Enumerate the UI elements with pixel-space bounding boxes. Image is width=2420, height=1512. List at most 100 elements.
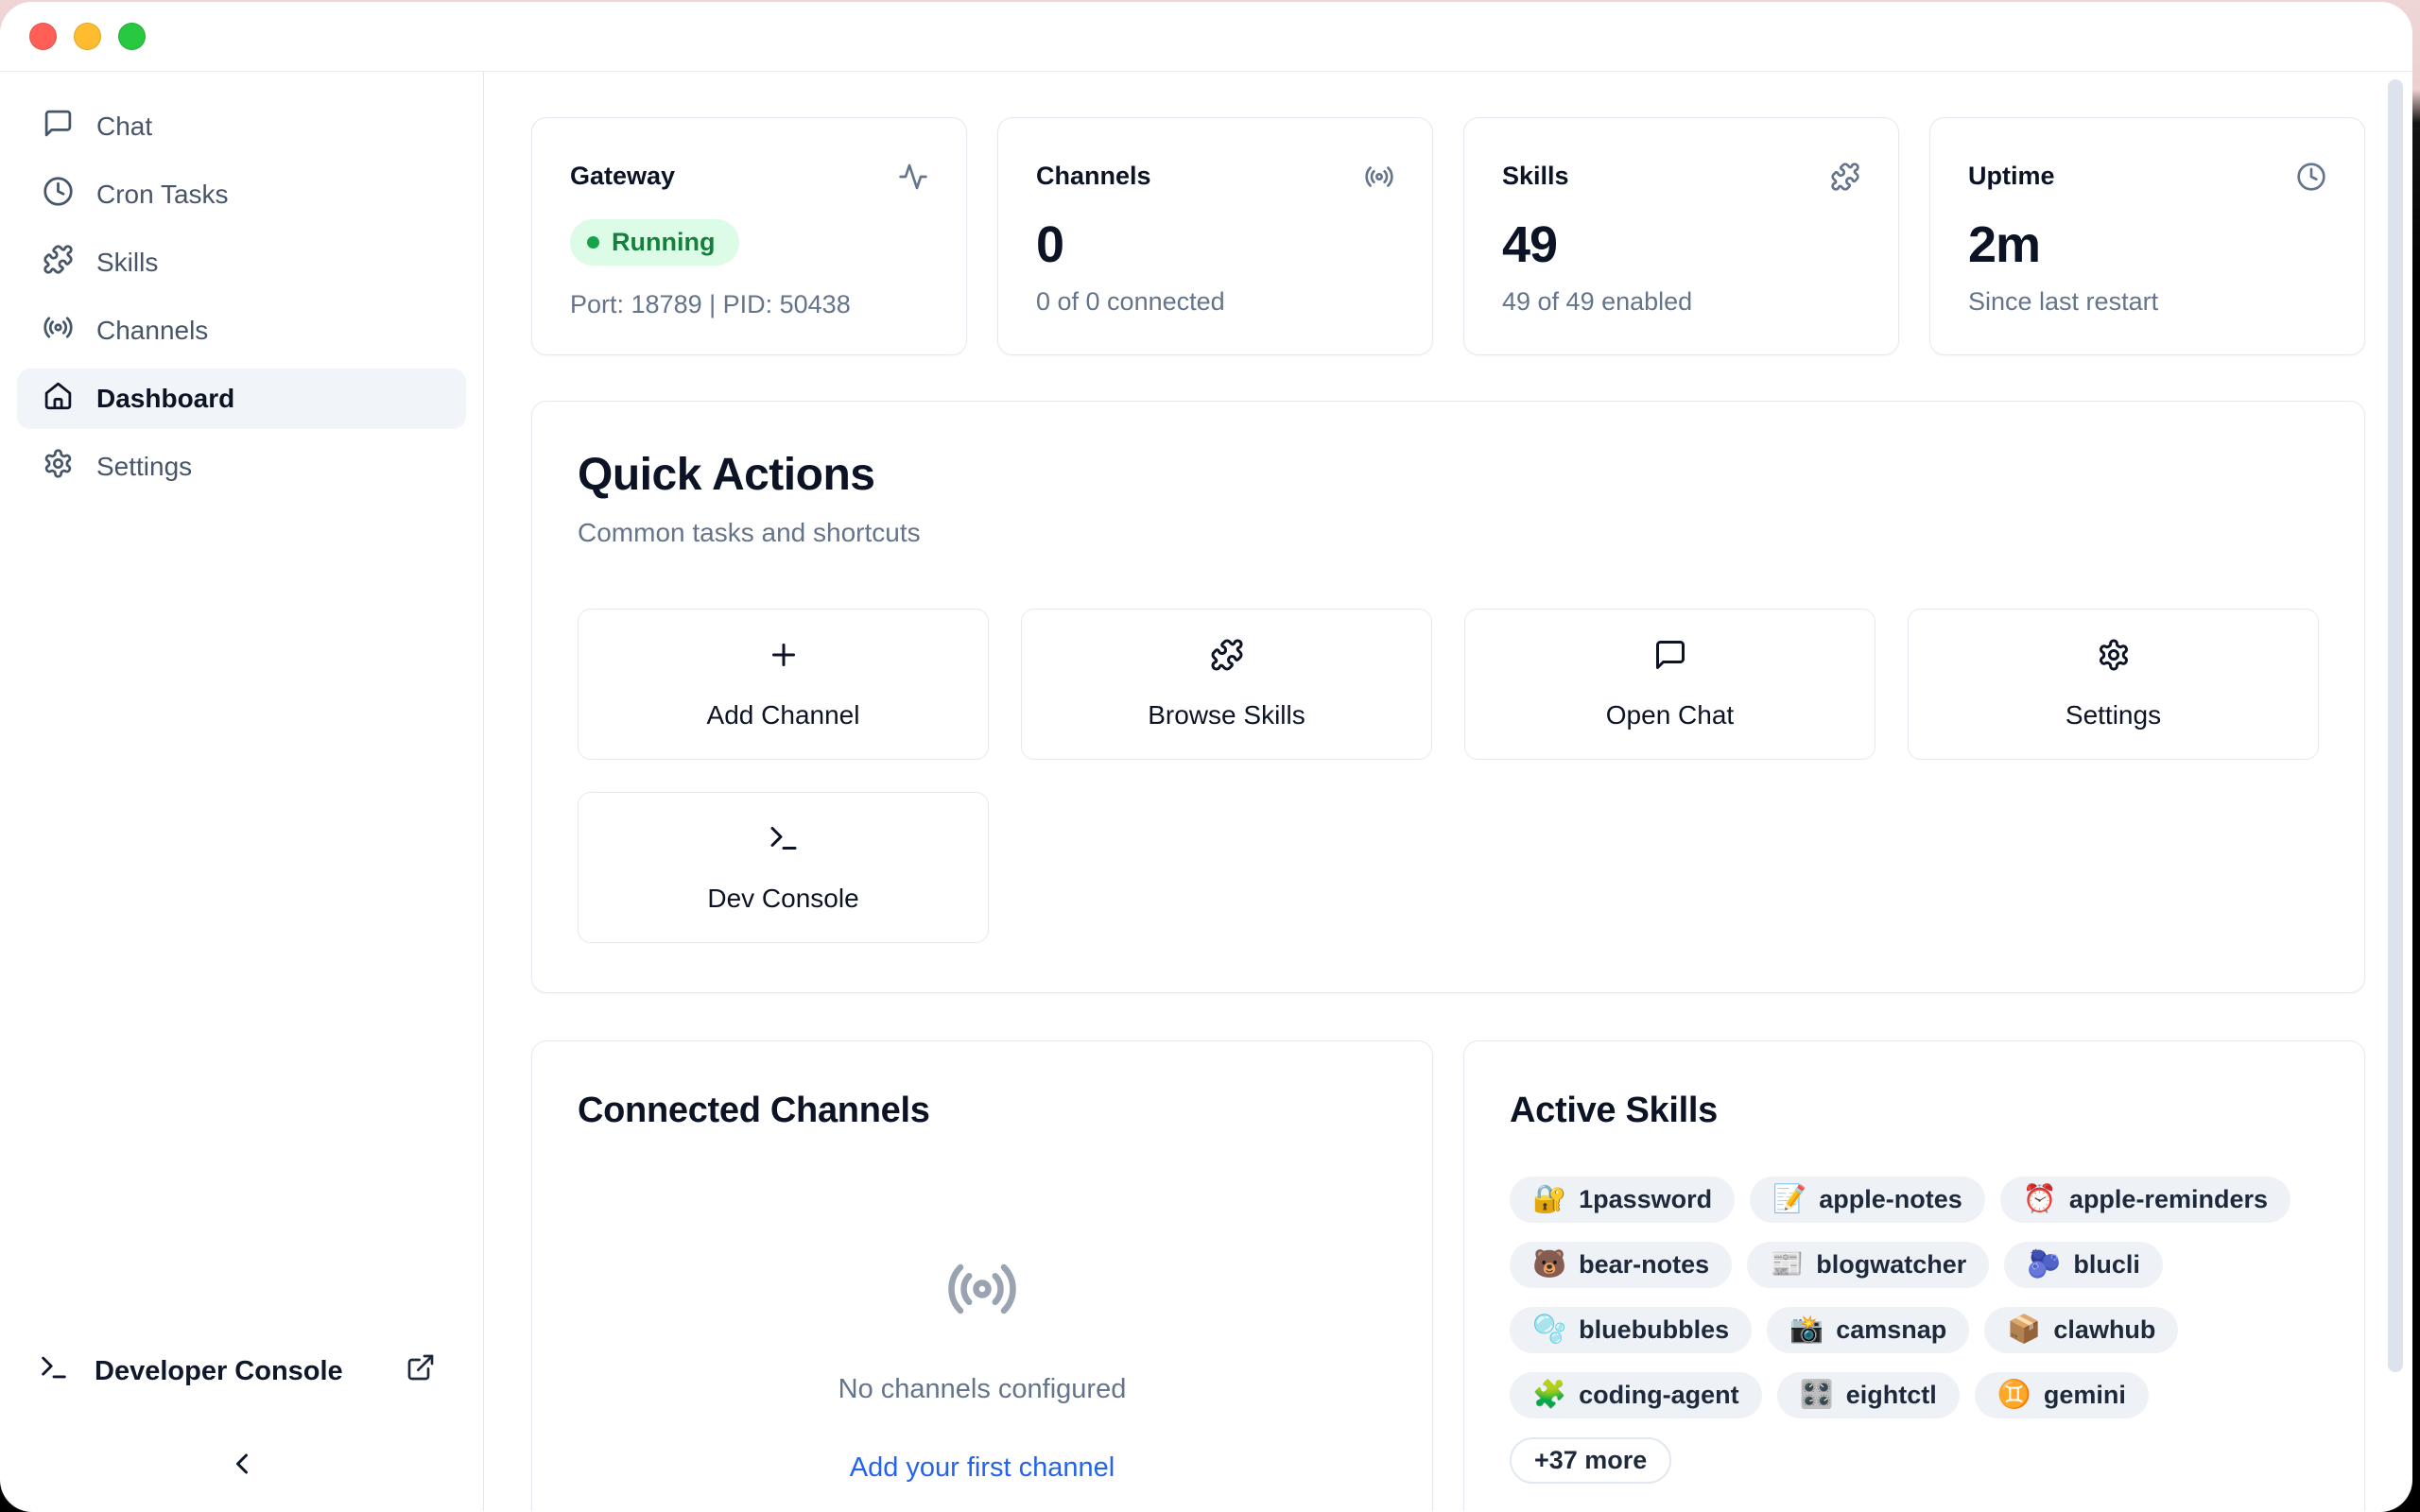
- channels-empty-state: No channels configured Add your first ch…: [578, 1252, 1387, 1484]
- sidebar: Chat Cron Tasks Skills Channels Dashboar…: [0, 72, 484, 1511]
- home-icon: [43, 380, 74, 418]
- skills-list: 🔐 1password 📝 apple-notes ⏰ apple-remind…: [1510, 1177, 2319, 1484]
- stat-card-channels: Channels 0 0 of 0 connected: [997, 117, 1433, 355]
- skill-emoji-icon: 📰: [1770, 1251, 1804, 1279]
- quick-actions-title: Quick Actions: [578, 449, 2319, 501]
- stat-value: 2m: [1968, 215, 2326, 274]
- radio-icon: [945, 1252, 1019, 1331]
- puzzle-icon: [1210, 638, 1244, 679]
- bottom-row: Connected Channels No channels configure…: [531, 1040, 2365, 1511]
- more-skills-badge[interactable]: +37 more: [1510, 1437, 1671, 1484]
- clock-icon: [2296, 162, 2326, 197]
- open-chat-button[interactable]: Open Chat: [1464, 609, 1876, 760]
- sidebar-item-dashboard[interactable]: Dashboard: [17, 369, 466, 429]
- stat-card-uptime: Uptime 2m Since last restart: [1929, 117, 2365, 355]
- radio-icon: [43, 312, 74, 350]
- message-square-icon: [1653, 638, 1687, 679]
- connected-channels-title: Connected Channels: [578, 1091, 1387, 1131]
- puzzle-icon: [1830, 162, 1860, 197]
- traffic-lights: [29, 23, 146, 50]
- skill-emoji-icon: 🫧: [1532, 1316, 1566, 1344]
- skill-badge-blucli: 🫐 blucli: [2004, 1242, 2163, 1288]
- app-body: Chat Cron Tasks Skills Channels Dashboar…: [0, 72, 2412, 1511]
- sidebar-item-channels[interactable]: Channels: [17, 301, 466, 361]
- status-dot: [587, 236, 599, 249]
- stat-detail: 49 of 49 enabled: [1502, 287, 1860, 317]
- skill-badge-clawhub: 📦 clawhub: [1984, 1307, 2178, 1353]
- browse-skills-button[interactable]: Browse Skills: [1021, 609, 1432, 760]
- quick-actions-grid: Add Channel Browse Skills Open Chat Sett…: [578, 609, 2319, 943]
- clock-icon: [43, 176, 74, 214]
- dev-console-button[interactable]: Dev Console: [578, 792, 989, 943]
- skill-badge-bluebubbles: 🫧 bluebubbles: [1510, 1307, 1752, 1353]
- zoom-window-button[interactable]: [118, 23, 146, 50]
- radio-icon: [1364, 162, 1394, 197]
- scrollbar-thumb[interactable]: [2388, 79, 2403, 1372]
- stat-value: 0: [1036, 215, 1394, 274]
- sidebar-item-chat[interactable]: Chat: [17, 96, 466, 157]
- channels-empty-text: No channels configured: [838, 1374, 1127, 1405]
- skill-badge-camsnap: 📸 camsnap: [1767, 1307, 1969, 1353]
- skill-emoji-icon: 📸: [1789, 1316, 1824, 1344]
- terminal-icon: [767, 821, 801, 862]
- terminal-icon: [38, 1351, 70, 1391]
- skill-badge-coding-agent: 🧩 coding-agent: [1510, 1372, 1762, 1418]
- skill-emoji-icon: ♊️: [1997, 1382, 2031, 1409]
- active-skills-title: Active Skills: [1510, 1091, 2319, 1131]
- skill-badge-apple-notes: 📝 apple-notes: [1750, 1177, 1985, 1223]
- skill-emoji-icon: 🎛️: [1800, 1382, 1834, 1409]
- puzzle-icon: [43, 244, 74, 282]
- skill-emoji-icon: 📝: [1772, 1186, 1806, 1213]
- skill-badge-1password: 🔐 1password: [1510, 1177, 1735, 1223]
- add-channel-button[interactable]: Add Channel: [578, 609, 989, 760]
- stat-detail: Port: 18789 | PID: 50438: [570, 290, 928, 319]
- sidebar-item-cron-tasks[interactable]: Cron Tasks: [17, 164, 466, 225]
- status-badge: Running: [570, 219, 739, 266]
- sidebar-item-skills[interactable]: Skills: [17, 232, 466, 293]
- stat-title: Gateway: [570, 162, 675, 191]
- titlebar: [0, 2, 2412, 72]
- skill-emoji-icon: 📦: [2007, 1316, 2041, 1344]
- settings-icon: [43, 448, 74, 486]
- message-square-icon: [43, 108, 74, 146]
- stat-card-gateway: Gateway Running Port: 18789 | PID: 50438: [531, 117, 967, 355]
- stat-card-skills: Skills 49 49 of 49 enabled: [1463, 117, 1899, 355]
- settings-icon: [2097, 638, 2131, 679]
- settings-button[interactable]: Settings: [1908, 609, 2319, 760]
- stat-title: Skills: [1502, 162, 1569, 191]
- main-content: Gateway Running Port: 18789 | PID: 50438…: [484, 72, 2412, 1511]
- skill-badge-bear-notes: 🐻 bear-notes: [1510, 1242, 1732, 1288]
- skill-badge-gemini: ♊️ gemini: [1975, 1372, 2149, 1418]
- sidebar-nav: Chat Cron Tasks Skills Channels Dashboar…: [0, 96, 483, 497]
- add-first-channel-link[interactable]: Add your first channel: [850, 1452, 1115, 1484]
- stats-row: Gateway Running Port: 18789 | PID: 50438…: [531, 117, 2365, 355]
- plus-icon: [767, 638, 801, 679]
- skill-emoji-icon: 🧩: [1532, 1382, 1566, 1409]
- stat-value: 49: [1502, 215, 1860, 274]
- sidebar-item-settings[interactable]: Settings: [17, 437, 466, 497]
- quick-actions-panel: Quick Actions Common tasks and shortcuts…: [531, 401, 2365, 993]
- skill-badge-blogwatcher: 📰 blogwatcher: [1747, 1242, 1989, 1288]
- stat-detail: 0 of 0 connected: [1036, 287, 1394, 317]
- skill-badge-eightctl: 🎛️ eightctl: [1777, 1372, 1960, 1418]
- stat-title: Channels: [1036, 162, 1151, 191]
- skill-badge-apple-reminders: ⏰ apple-reminders: [2000, 1177, 2290, 1223]
- skill-emoji-icon: 🫐: [2027, 1251, 2061, 1279]
- collapse-sidebar-button[interactable]: [221, 1445, 263, 1486]
- developer-console-button[interactable]: Developer Console: [38, 1350, 436, 1392]
- minimize-window-button[interactable]: [74, 23, 101, 50]
- developer-console-label: Developer Console: [95, 1356, 343, 1387]
- stat-detail: Since last restart: [1968, 287, 2326, 317]
- active-skills-card: Active Skills 🔐 1password 📝 apple-notes …: [1463, 1040, 2365, 1511]
- skill-emoji-icon: 🔐: [1532, 1186, 1566, 1213]
- skill-emoji-icon: 🐻: [1532, 1251, 1566, 1279]
- activity-icon: [898, 162, 928, 197]
- chevron-left-icon: [225, 1447, 259, 1486]
- quick-actions-subtitle: Common tasks and shortcuts: [578, 518, 2319, 548]
- skill-emoji-icon: ⏰: [2023, 1186, 2057, 1213]
- close-window-button[interactable]: [29, 23, 57, 50]
- external-link-icon: [406, 1352, 436, 1390]
- connected-channels-card: Connected Channels No channels configure…: [531, 1040, 1433, 1511]
- app-window: Chat Cron Tasks Skills Channels Dashboar…: [0, 2, 2412, 1512]
- stat-title: Uptime: [1968, 162, 2055, 191]
